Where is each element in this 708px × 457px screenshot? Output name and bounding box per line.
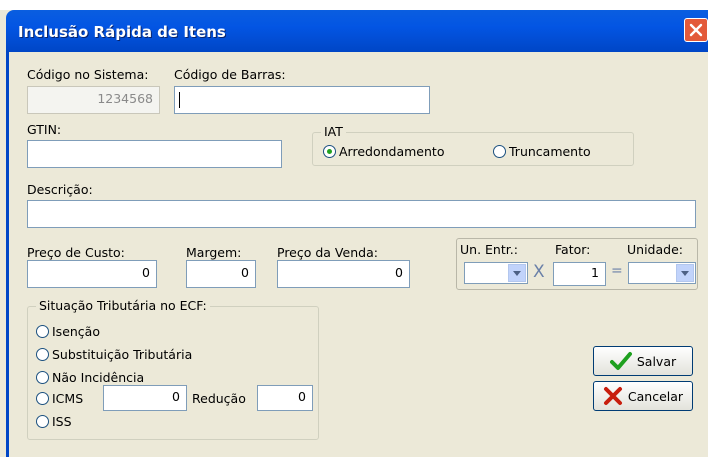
iat-radio-truncamento[interactable]: Truncamento <box>493 144 591 159</box>
title-bar[interactable]: Inclusão Rápida de Itens <box>6 10 708 52</box>
equals-symbol: = <box>611 263 623 279</box>
fator-input[interactable]: 1 <box>553 262 606 286</box>
radio-icon <box>36 415 49 428</box>
check-icon <box>609 352 632 370</box>
situacao-option-label: Isenção <box>52 324 100 339</box>
iat-option-label: Truncamento <box>509 144 591 159</box>
chevron-down-icon[interactable] <box>508 264 526 282</box>
situacao-option-label: ICMS <box>52 391 84 406</box>
situacao-radio-iss[interactable]: ISS <box>36 414 72 429</box>
un-entr-label: Un. Entr.: <box>460 242 518 257</box>
codigo-barras-label: Código de Barras: <box>174 67 286 82</box>
descricao-label: Descrição: <box>27 182 93 197</box>
cancel-button-label: Cancelar <box>627 388 684 404</box>
reducao-input[interactable]: 0 <box>257 385 313 411</box>
close-icon <box>689 23 703 37</box>
margem-label: Margem: <box>186 245 242 260</box>
icms-input[interactable]: 0 <box>103 385 187 411</box>
radio-icon <box>36 392 49 405</box>
times-symbol: X <box>533 262 545 282</box>
save-button-label: Salvar <box>636 353 677 369</box>
radio-icon <box>36 325 49 338</box>
situacao-radio-icms[interactable]: ICMS <box>36 391 83 406</box>
codigo-barras-input[interactable] <box>174 86 430 114</box>
radio-icon <box>36 371 49 384</box>
situacao-radio-isencao[interactable]: Isenção <box>36 324 100 339</box>
descricao-input[interactable] <box>27 200 696 228</box>
unidade-label: Unidade: <box>627 242 683 257</box>
cancel-button[interactable]: Cancelar <box>593 381 693 411</box>
save-button[interactable]: Salvar <box>593 346 693 376</box>
iat-radio-arredondamento[interactable]: Arredondamento <box>323 144 444 159</box>
un-entr-combo[interactable] <box>464 262 528 284</box>
dialog-window: Inclusão Rápida de Itens Código no Siste… <box>0 0 708 457</box>
unidade-combo[interactable] <box>628 262 696 284</box>
situacao-legend: Situação Tributária no ECF: <box>36 298 210 313</box>
window-title: Inclusão Rápida de Itens <box>18 23 226 41</box>
gtin-input[interactable] <box>27 140 282 168</box>
margem-input[interactable]: 0 <box>186 260 256 288</box>
preco-venda-input[interactable]: 0 <box>277 260 410 288</box>
chevron-down-icon[interactable] <box>676 264 694 282</box>
close-button[interactable] <box>684 18 708 42</box>
preco-custo-label: Preço de Custo: <box>27 245 125 260</box>
situacao-radio-nao-incidencia[interactable]: Não Incidência <box>36 370 144 385</box>
situacao-option-label: Substituição Tributária <box>52 347 193 362</box>
iat-option-label: Arredondamento <box>339 144 445 159</box>
reducao-label: Redução <box>192 391 246 406</box>
iat-legend: IAT <box>321 124 346 139</box>
gtin-label: GTIN: <box>27 122 62 137</box>
cancel-x-icon <box>603 387 622 405</box>
situacao-option-label: ISS <box>52 414 72 429</box>
text-caret <box>179 92 180 108</box>
codigo-sistema-label: Código no Sistema: <box>27 67 149 82</box>
radio-icon <box>493 145 506 158</box>
codigo-sistema-field: 1234568 <box>27 86 160 114</box>
preco-custo-input[interactable]: 0 <box>27 260 157 288</box>
situacao-option-label: Não Incidência <box>52 370 145 385</box>
background-strip <box>0 0 708 10</box>
fator-label: Fator: <box>555 242 591 257</box>
radio-selected-icon <box>323 145 336 158</box>
preco-venda-label: Preço da Venda: <box>277 245 378 260</box>
radio-icon <box>36 348 49 361</box>
situacao-radio-substituicao[interactable]: Substituição Tributária <box>36 347 192 362</box>
